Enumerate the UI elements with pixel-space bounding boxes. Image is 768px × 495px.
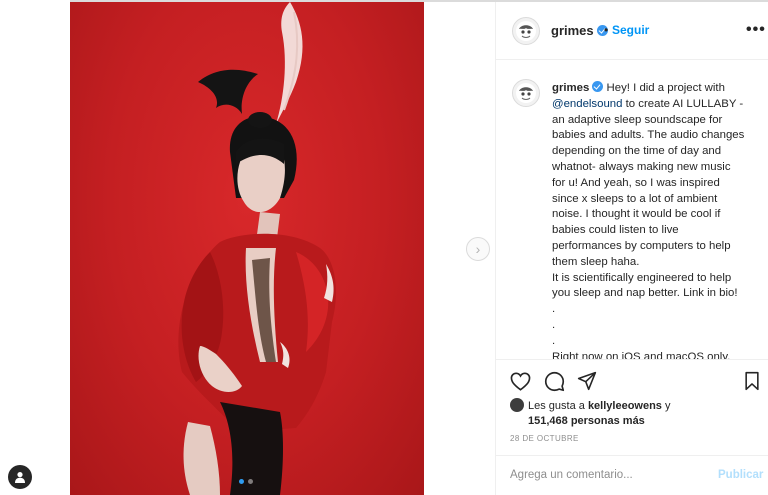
action-bar <box>496 361 768 397</box>
likes-user-link[interactable]: kellyleeowens <box>588 400 662 412</box>
avatar[interactable] <box>510 398 524 412</box>
post-photo-artwork <box>178 2 336 495</box>
carousel-dot-active <box>239 479 244 484</box>
post-sidebar: grimes • Seguir ••• grimes Hey! I did a … <box>495 2 768 495</box>
post-photo[interactable] <box>70 2 424 495</box>
heart-icon[interactable] <box>509 370 531 392</box>
likes-count-link[interactable]: 151,468 personas más <box>510 414 760 429</box>
avatar-art <box>516 21 536 41</box>
likes-conjunction: y <box>665 400 671 412</box>
paper-plane-icon[interactable] <box>576 370 598 392</box>
chevron-right-icon[interactable]: › <box>466 237 490 261</box>
next-arrow-glyph: › <box>475 241 481 257</box>
likes-prefix: Les gusta a <box>528 400 585 412</box>
caption-mention-link[interactable]: @endelsound <box>552 98 622 110</box>
verified-badge-icon <box>592 81 604 92</box>
avatar-art <box>516 83 536 103</box>
left-gutter <box>0 0 70 495</box>
caption-username-text: grimes <box>552 82 590 94</box>
caption-username[interactable]: grimes <box>552 81 604 94</box>
comment-input[interactable] <box>510 469 700 481</box>
post-date[interactable]: 28 DE OCTUBRE <box>510 434 579 443</box>
publish-button[interactable]: Publicar <box>718 469 763 481</box>
caption-line-0: Hey! I did a project with <box>606 82 725 94</box>
instagram-post-modal: › grimes • Seguir ••• grimes Hey! I did … <box>0 0 768 495</box>
more-options-icon[interactable]: ••• <box>746 21 766 39</box>
carousel-dots <box>239 479 253 484</box>
post-author-username[interactable]: grimes <box>551 23 608 38</box>
carousel-dot <box>248 479 253 484</box>
caption-body: to create AI LULLABY - an adaptive sleep… <box>552 97 745 360</box>
caption-section: grimes Hey! I did a project with @endels… <box>496 61 768 360</box>
likes-summary: Les gusta a kellyleeowens y 151,468 pers… <box>510 398 760 429</box>
comment-bubble-icon[interactable] <box>543 370 565 392</box>
comment-bar: Publicar <box>496 455 768 495</box>
post-header: grimes • Seguir ••• <box>496 2 768 60</box>
profile-icon[interactable] <box>8 465 32 489</box>
avatar[interactable] <box>512 17 540 45</box>
bookmark-icon[interactable] <box>741 370 763 392</box>
follow-button[interactable]: Seguir <box>612 23 649 37</box>
avatar[interactable] <box>512 79 540 107</box>
post-author-username-text: grimes <box>551 23 594 38</box>
caption-text: grimes Hey! I did a project with @endels… <box>552 81 757 360</box>
header-separator: • <box>604 23 609 37</box>
